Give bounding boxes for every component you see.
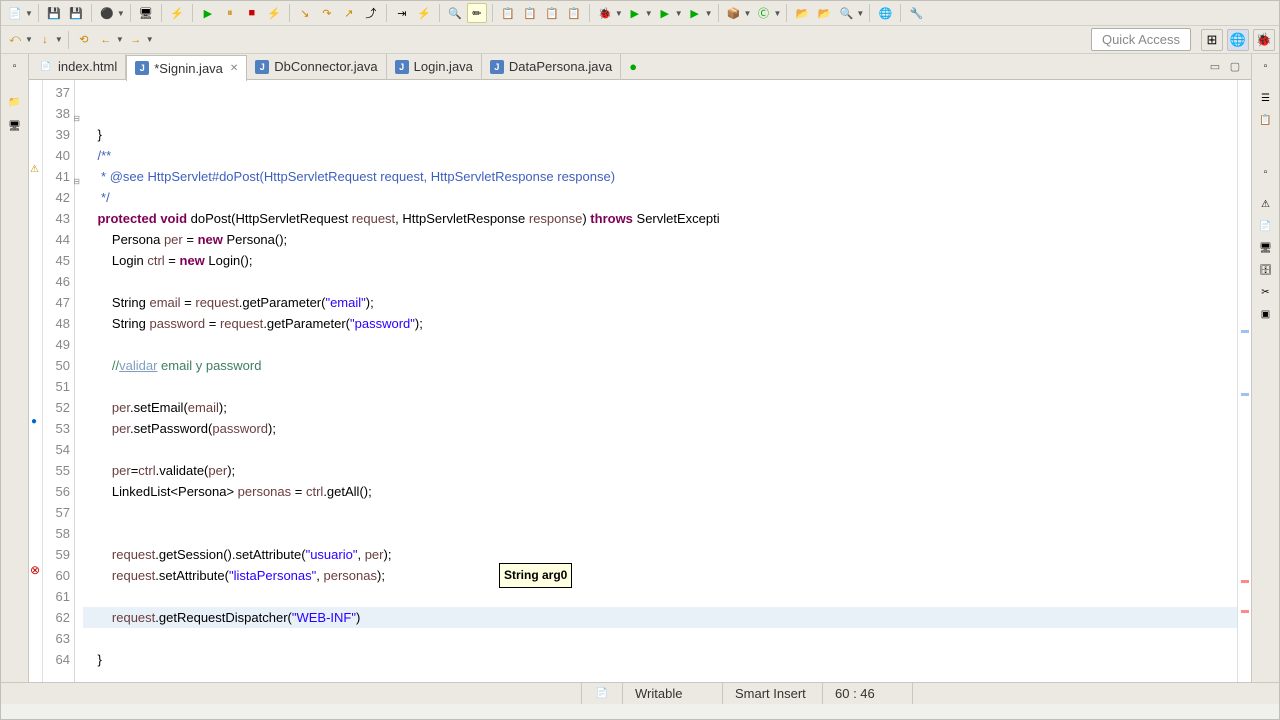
status-position: 60 : 46 <box>822 683 912 704</box>
step-over-icon[interactable]: ↷ <box>317 3 337 23</box>
status-writable: Writable <box>622 683 722 704</box>
nav-toolbar: ⤺▼ ↓▼ ⟲ ←▼ →▼ Quick Access ⊞ 🌐 🐞 <box>1 26 1279 54</box>
new-servlet-icon[interactable]: 📋 <box>520 3 540 23</box>
tab-signinjava[interactable]: J*Signin.java✕ <box>126 55 247 81</box>
search-icon[interactable]: 🔍 <box>445 3 465 23</box>
server-icon[interactable]: 🖥 <box>136 3 156 23</box>
tab-loginjava[interactable]: JLogin.java <box>387 54 482 80</box>
console-icon[interactable]: ▣ <box>1258 306 1274 322</box>
new-icon[interactable]: 📄 <box>5 3 25 23</box>
back-nav-icon[interactable]: ← <box>96 30 116 50</box>
run-icon[interactable]: ▶ <box>625 3 645 23</box>
step-filter-icon[interactable]: ⇥ <box>392 3 412 23</box>
search-java-icon[interactable]: 🔍 <box>836 3 856 23</box>
project-explorer-icon[interactable]: 📁 <box>7 94 23 110</box>
terminate-icon[interactable]: ■ <box>242 3 262 23</box>
debug-perspective-icon[interactable]: 🐞 <box>1253 29 1275 51</box>
maximize-view-icon[interactable]: ▢ <box>1227 59 1243 75</box>
java-ee-perspective-icon[interactable]: 🌐 <box>1227 29 1249 51</box>
tool-icon[interactable]: 🔧 <box>906 3 926 23</box>
wizard-icon[interactable]: 📋 <box>498 3 518 23</box>
back-icon[interactable]: ⟲ <box>74 30 94 50</box>
breakpoint-icon[interactable]: ⚡ <box>414 3 434 23</box>
drop-frame-icon[interactable]: ⤴ <box>361 3 381 23</box>
servers-view-icon[interactable]: 🖥 <box>1258 240 1274 256</box>
tab-dbconnectorjava[interactable]: JDbConnector.java <box>247 54 386 80</box>
open-perspective-icon[interactable]: ⊞ <box>1201 29 1223 51</box>
properties-icon[interactable]: 📄 <box>1258 218 1274 234</box>
resume-icon[interactable]: ▶ <box>198 3 218 23</box>
quick-access-input[interactable]: Quick Access <box>1091 28 1191 51</box>
last-edit-icon[interactable]: ⤺ <box>5 30 25 50</box>
step-return-icon[interactable]: ↗ <box>339 3 359 23</box>
run-last-icon[interactable]: ▶ <box>655 3 675 23</box>
new-class-icon[interactable]: Ⓒ <box>753 3 773 23</box>
web-icon[interactable]: 🌐 <box>875 3 895 23</box>
data-source-icon[interactable]: 🗄 <box>1258 262 1274 278</box>
new-bean-icon[interactable]: 📋 <box>542 3 562 23</box>
tasks-icon[interactable]: 📋 <box>1258 112 1274 128</box>
suspend-icon[interactable]: ⏸ <box>220 3 240 23</box>
dropdown-icon[interactable]: ▼ <box>25 9 33 18</box>
external-tools-icon[interactable]: ▶ <box>685 3 705 23</box>
open-task-icon[interactable]: 📂 <box>814 3 834 23</box>
highlight-icon[interactable]: ✏ <box>467 3 487 23</box>
restore-right-icon[interactable]: ▫ <box>1258 58 1274 74</box>
main-toolbar: 📄▼ 💾 💾 ⚫▼ 🖥 ⚡ ▶ ⏸ ■ ⚡ ↘ ↷ ↗ ⤴ ⇥ ⚡ 🔍 ✏ 📋 … <box>1 1 1279 26</box>
left-trim: ▫ 📁 🖥 <box>1 54 29 682</box>
overview-ruler[interactable] <box>1237 80 1251 682</box>
open-type-icon[interactable]: 📂 <box>792 3 812 23</box>
profile-icon[interactable]: ⚫ <box>97 3 117 23</box>
markers-icon[interactable]: ⚠ <box>1258 196 1274 212</box>
step-into-icon[interactable]: ↘ <box>295 3 315 23</box>
debug-toolbar-icon[interactable]: ⚡ <box>167 3 187 23</box>
line-gutter[interactable]: 3738⊟394041⊟4243444546474849505152535455… <box>43 80 75 682</box>
status-icon: 📄 <box>594 686 610 702</box>
next-annotation-icon[interactable]: ↓ <box>35 30 55 50</box>
parameter-tooltip: String arg0 <box>499 563 572 588</box>
save-icon[interactable]: 💾 <box>44 3 64 23</box>
disconnect-icon[interactable]: ⚡ <box>264 3 284 23</box>
servers-icon[interactable]: 🖥 <box>7 118 23 134</box>
editor-tabs: 📄index.htmlJ*Signin.java✕JDbConnector.ja… <box>29 54 1251 80</box>
status-insert: Smart Insert <box>722 683 822 704</box>
new-listener-icon[interactable]: 📋 <box>564 3 584 23</box>
right-trim: ▫ ☰ 📋 ▫ ⚠ 📄 🖥 🗄 ✂ ▣ <box>1251 54 1279 682</box>
restore-icon[interactable]: ▫ <box>7 58 23 74</box>
status-bar: 📄 Writable Smart Insert 60 : 46 <box>1 682 1279 704</box>
restore-right2-icon[interactable]: ▫ <box>1258 164 1274 180</box>
outline-icon[interactable]: ☰ <box>1258 90 1274 106</box>
new-package-icon[interactable]: 📦 <box>724 3 744 23</box>
save-all-icon[interactable]: 💾 <box>66 3 86 23</box>
snippets-icon[interactable]: ✂ <box>1258 284 1274 300</box>
debug-icon[interactable]: 🐞 <box>595 3 615 23</box>
minimize-view-icon[interactable]: ▭ <box>1207 59 1223 75</box>
code-editor[interactable]: } /** * @see HttpServlet#doPost(HttpServ… <box>75 80 1251 682</box>
close-icon[interactable]: ✕ <box>230 63 238 74</box>
extra-tab-icon[interactable]: ● <box>621 54 645 80</box>
forward-nav-icon[interactable]: → <box>126 30 146 50</box>
tab-datapersonajava[interactable]: JDataPersona.java <box>482 54 621 80</box>
annotation-ruler[interactable]: ⚠●⊗ <box>29 80 43 682</box>
tab-indexhtml[interactable]: 📄index.html <box>31 54 126 80</box>
